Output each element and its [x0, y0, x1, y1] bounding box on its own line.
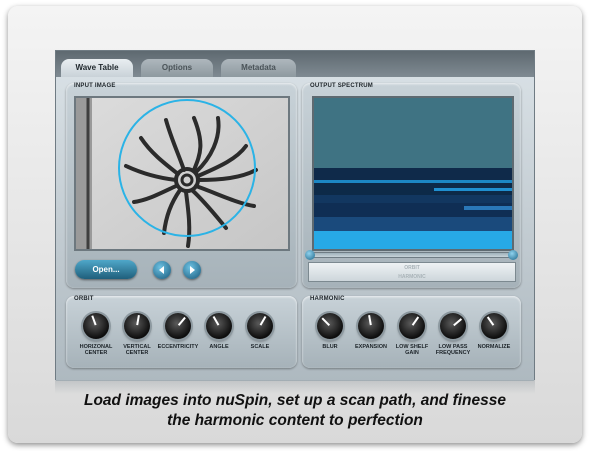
output-spectrum-display: [312, 96, 514, 251]
tab-metadata[interactable]: Metadata: [221, 59, 296, 77]
spiral-image: [76, 98, 288, 249]
tab-options[interactable]: Options: [141, 59, 213, 77]
tab-bar: Wave Table Options Metadata: [56, 51, 534, 77]
orbit-title: ORBIT: [74, 296, 94, 302]
right-arrow-icon: [190, 266, 195, 274]
left-arrow-icon: [159, 266, 164, 274]
knob-dial[interactable]: [358, 313, 384, 339]
spectrum-graph: [314, 98, 512, 249]
knob-dial[interactable]: [83, 313, 109, 339]
prev-image-button[interactable]: [153, 261, 171, 279]
tab-wave-table[interactable]: Wave Table: [61, 59, 133, 77]
knob-scale[interactable]: SCALE: [235, 313, 285, 350]
mode-selector[interactable]: ORBIT HARMONIC: [308, 262, 516, 282]
knob-dial[interactable]: [440, 313, 466, 339]
harmonic-title: HARMONIC: [310, 296, 345, 302]
slider-thumb-right[interactable]: [508, 250, 518, 260]
mode-orbit-label: ORBIT: [404, 265, 420, 271]
input-image-title: INPUT IMAGE: [74, 83, 116, 89]
next-image-button[interactable]: [183, 261, 201, 279]
knob-dial[interactable]: [206, 313, 232, 339]
slider-thumb-left[interactable]: [305, 250, 315, 260]
caption-line-1: Load images into nuSpin, set up a scan p…: [83, 392, 507, 409]
input-image-viewport[interactable]: [74, 96, 290, 251]
output-spectrum-title: OUTPUT SPECTRUM: [310, 83, 373, 89]
knob-dial[interactable]: [481, 313, 507, 339]
mode-harmonic-label: HARMONIC: [398, 274, 426, 280]
knob-normalize[interactable]: NORMALIZE: [469, 313, 519, 350]
knob-dial[interactable]: [317, 313, 343, 339]
spectrum-position-slider[interactable]: [306, 252, 516, 258]
knob-dial[interactable]: [124, 313, 150, 339]
open-button[interactable]: Open...: [75, 260, 137, 279]
knob-dial[interactable]: [399, 313, 425, 339]
knob-dial[interactable]: [247, 313, 273, 339]
knob-dial[interactable]: [165, 313, 191, 339]
caption-line-2: the harmonic content to perfection: [167, 412, 423, 429]
